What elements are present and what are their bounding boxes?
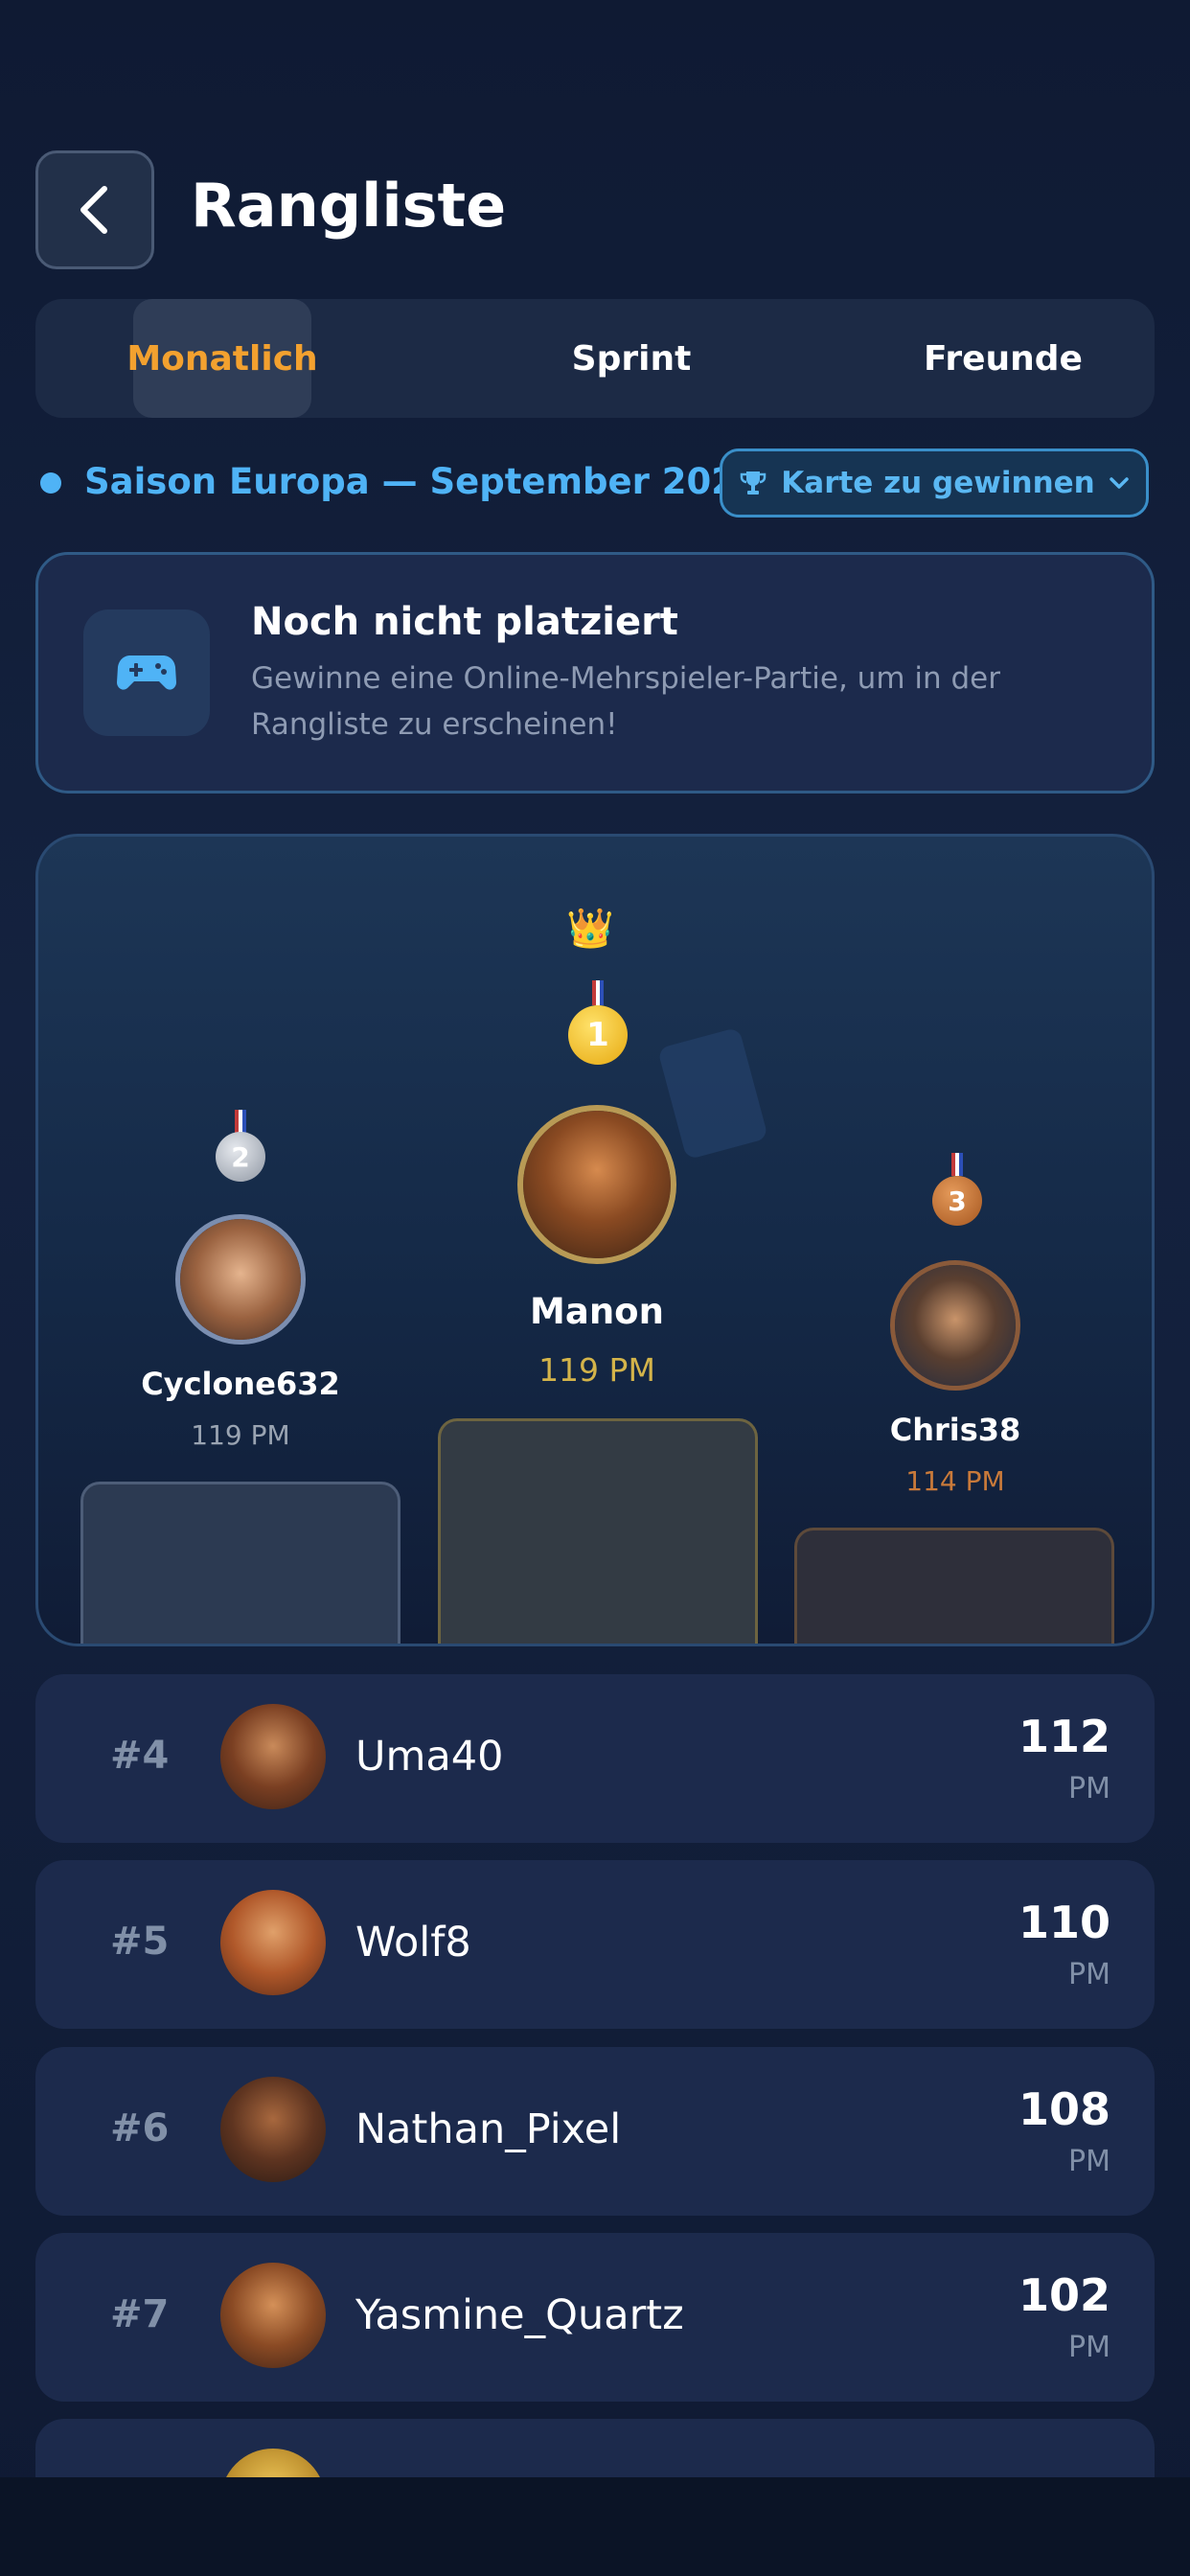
- third-place-pedestal: [794, 1528, 1114, 1644]
- avatar: [220, 1890, 326, 1995]
- tab-monthly[interactable]: Monatlich: [126, 299, 317, 418]
- prize-dropdown-button[interactable]: Karte zu gewinnen: [720, 448, 1149, 518]
- list-item[interactable]: #4 Uma40 112 PM: [35, 1674, 1155, 1843]
- tab-bar: Monatlich Sprint Freunde: [35, 299, 1155, 418]
- list-item[interactable]: #5 Wolf8 110 PM: [35, 1860, 1155, 2029]
- bottom-bar-background: [0, 2477, 1190, 2576]
- third-place-points: 114 PM: [905, 1465, 1005, 1497]
- avatar-chris38[interactable]: [890, 1260, 1020, 1391]
- gamepad-icon: [117, 656, 176, 690]
- player-points: 108: [1018, 2083, 1110, 2135]
- rank-label: #7: [110, 2292, 170, 2336]
- second-place-name: Cyclone632: [141, 1366, 340, 1402]
- avatar: [220, 2263, 326, 2368]
- player-name: Uma40: [355, 1733, 504, 1781]
- rank-label: #6: [110, 2106, 170, 2150]
- player-name: Nathan_Pixel: [355, 2105, 622, 2153]
- season-indicator-dot: [40, 472, 61, 494]
- decorative-card: [656, 1026, 769, 1161]
- medal-ribbon-icon: [951, 1153, 963, 1176]
- bronze-medal-icon: 3: [932, 1176, 982, 1226]
- tab-friends[interactable]: Freunde: [850, 299, 1156, 418]
- avatar-image: [895, 1265, 1016, 1386]
- tab-sprint[interactable]: Sprint: [478, 299, 785, 418]
- player-name: Wolf8: [355, 1919, 471, 1966]
- first-place-name: Manon: [530, 1291, 664, 1332]
- avatar: [220, 2077, 326, 2182]
- back-button[interactable]: [35, 150, 154, 269]
- avatar-cyclone632[interactable]: [175, 1214, 306, 1345]
- points-unit: PM: [1068, 1772, 1110, 1806]
- chevron-left-icon: [80, 186, 107, 234]
- trophy-icon: [741, 472, 767, 494]
- second-place-pedestal: [80, 1482, 400, 1644]
- points-unit: PM: [1068, 2145, 1110, 2178]
- first-place-pedestal: [438, 1418, 758, 1644]
- medal-ribbon-icon: [592, 980, 604, 1005]
- player-name: Yasmine_Quartz: [355, 2291, 684, 2339]
- first-place-points: 119 PM: [538, 1351, 655, 1389]
- list-item[interactable]: #6 Nathan_Pixel 108 PM: [35, 2047, 1155, 2216]
- avatar: [220, 1704, 326, 1809]
- season-label: Saison Europa — September 2026: [84, 461, 761, 502]
- player-points: 112: [1018, 1711, 1110, 1762]
- points-unit: PM: [1068, 1958, 1110, 1991]
- avatar-image: [180, 1219, 301, 1340]
- not-placed-subtitle: Gewinne eine Online-Mehrspieler-Partie, …: [251, 661, 1000, 742]
- points-unit: PM: [1068, 2331, 1110, 2364]
- podium-card: 👑 1 Manon 119 PM 2 Cyclone632 119 PM 3 C…: [35, 834, 1155, 1646]
- rank-label: #4: [110, 1734, 170, 1778]
- np-icon-box: [83, 610, 210, 736]
- player-points: 110: [1018, 1897, 1110, 1948]
- rank-label: #5: [110, 1920, 170, 1964]
- not-placed-title: Noch nicht platziert: [251, 600, 678, 644]
- list-item[interactable]: #7 Yasmine_Quartz 102 PM: [35, 2233, 1155, 2402]
- second-place-points: 119 PM: [191, 1419, 290, 1451]
- page-title: Rangliste: [191, 171, 507, 241]
- prize-label: Karte zu gewinnen: [781, 466, 1095, 500]
- silver-medal-icon: 2: [216, 1132, 265, 1182]
- third-place-name: Chris38: [889, 1412, 1021, 1448]
- player-points: 102: [1018, 2269, 1110, 2321]
- medal-ribbon-icon: [235, 1110, 246, 1133]
- chevron-down-icon: [1109, 477, 1129, 489]
- avatar-image: [523, 1111, 671, 1258]
- gold-medal-icon: 1: [568, 1005, 628, 1065]
- avatar-manon[interactable]: [517, 1105, 676, 1264]
- crown-icon: 👑: [566, 907, 614, 951]
